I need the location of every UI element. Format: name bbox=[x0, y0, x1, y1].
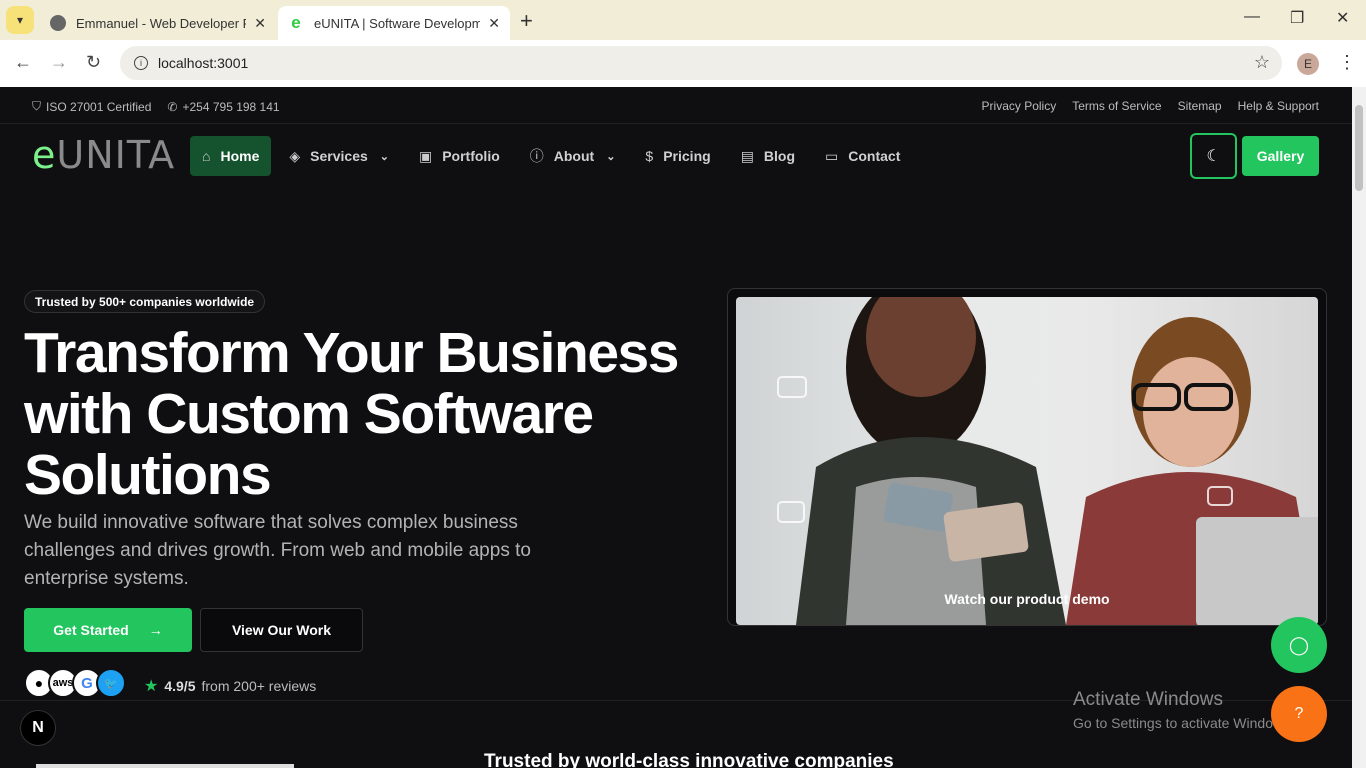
url-text: localhost:3001 bbox=[158, 55, 249, 71]
site-logo[interactable]: eUNITA bbox=[32, 133, 175, 177]
eunita-favicon-icon: e bbox=[291, 13, 301, 32]
chevron-down-icon: ⌄ bbox=[379, 150, 389, 163]
moon-icon: ☾ bbox=[1206, 148, 1221, 165]
site-info-icon[interactable]: i bbox=[134, 56, 148, 70]
certified-label: ⛉ ISO 27001 Certified bbox=[32, 99, 152, 114]
browser-tab-2[interactable]: e eUNITA | Software Development ✕ bbox=[278, 6, 510, 40]
scrollbar-thumb[interactable] bbox=[1355, 105, 1363, 191]
nav-portfolio[interactable]: ▣ Portfolio bbox=[407, 136, 512, 176]
nav-blog[interactable]: ▤ Blog bbox=[729, 136, 807, 176]
profile-avatar[interactable]: E bbox=[1297, 53, 1319, 75]
browser-toolbar: ← → ↻ i localhost:3001 ☆ E ⋮ bbox=[0, 40, 1366, 87]
file-icon: ▤ bbox=[740, 147, 754, 164]
address-bar[interactable]: i localhost:3001 ☆ bbox=[120, 46, 1282, 80]
trusted-companies-heading: Trusted by world-class innovative compan… bbox=[484, 751, 894, 768]
close-window-icon[interactable]: ✕ bbox=[1336, 8, 1349, 28]
windows-activation-watermark: Activate Windows Go to Settings to activ… bbox=[1073, 689, 1294, 731]
phone-icon: ✆ bbox=[167, 99, 178, 114]
layers-icon: ◈ bbox=[289, 147, 301, 164]
help-circle-icon: ? bbox=[1294, 705, 1304, 722]
help-support-link[interactable]: Help & Support bbox=[1238, 99, 1319, 113]
main-nav: ⌂ Home ◈ Services ⌄ ▣ Portfolio ⓘ About ⌄ $ Pri… bbox=[190, 136, 918, 176]
chat-button[interactable]: ◯ bbox=[1271, 617, 1327, 673]
browser-tab-1[interactable]: Emmanuel - Web Developer Portfolio ✕ bbox=[40, 6, 276, 40]
dollar-icon: $ bbox=[645, 148, 654, 164]
nav-contact[interactable]: ▭ Contact bbox=[813, 136, 912, 176]
phone-label[interactable]: ✆ +254 795 198 141 bbox=[167, 99, 279, 114]
privacy-policy-link[interactable]: Privacy Policy bbox=[982, 99, 1057, 113]
page-scrollbar[interactable] bbox=[1352, 87, 1366, 768]
sitemap-link[interactable]: Sitemap bbox=[1178, 99, 1222, 113]
info-icon: ⓘ bbox=[529, 148, 544, 164]
hero-image bbox=[736, 297, 1318, 625]
chat-bubble-icon: ◯ bbox=[1288, 634, 1310, 655]
nav-home[interactable]: ⌂ Home bbox=[190, 136, 272, 176]
message-icon: ▭ bbox=[825, 147, 839, 164]
browser-tabbar: ▾ Emmanuel - Web Developer Portfolio ✕ e… bbox=[0, 0, 1366, 40]
tab-search-button[interactable]: ▾ bbox=[6, 6, 34, 34]
bookmark-star-icon[interactable]: ☆ bbox=[1254, 52, 1270, 73]
hero-headline: Transform Your Business with Custom Soft… bbox=[24, 321, 679, 507]
tab-title: eUNITA | Software Development bbox=[314, 15, 481, 31]
forward-icon[interactable]: → bbox=[50, 52, 68, 73]
terms-link[interactable]: Terms of Service bbox=[1072, 99, 1161, 113]
reload-icon[interactable]: ↻ bbox=[86, 52, 101, 73]
minimize-icon[interactable]: — bbox=[1244, 8, 1260, 26]
new-tab-button[interactable]: + bbox=[520, 8, 533, 34]
nav-pricing[interactable]: $ Pricing bbox=[633, 136, 722, 176]
briefcase-icon: ▣ bbox=[418, 147, 433, 164]
help-button[interactable]: ? bbox=[1271, 686, 1327, 742]
gallery-button[interactable]: Gallery bbox=[1242, 136, 1319, 176]
restore-icon[interactable]: ❐ bbox=[1290, 8, 1304, 28]
twitter-logo-icon: 🐦 bbox=[96, 668, 126, 698]
nav-services[interactable]: ◈ Services ⌄ bbox=[277, 136, 401, 176]
globe-icon bbox=[50, 15, 66, 31]
close-tab-icon[interactable]: ✕ bbox=[254, 15, 266, 32]
rating: ★ 4.9/5 from 200+ reviews bbox=[144, 678, 317, 695]
chevron-down-icon: ⌄ bbox=[606, 150, 616, 163]
section-bar bbox=[36, 764, 294, 768]
video-caption: Watch our product demo bbox=[944, 591, 1110, 607]
product-demo-video[interactable]: Watch our product demo bbox=[727, 288, 1327, 626]
browser-menu-icon[interactable]: ⋮ bbox=[1338, 52, 1356, 73]
get-started-button[interactable]: Get Started → bbox=[24, 608, 192, 652]
arrow-right-icon: → bbox=[148, 622, 163, 638]
page: ⛉ ISO 27001 Certified ✆ +254 795 198 141 P… bbox=[0, 87, 1352, 768]
home-icon: ⌂ bbox=[202, 148, 211, 164]
star-icon: ★ bbox=[144, 678, 159, 695]
shield-icon: ⛉ bbox=[32, 99, 42, 113]
tab-title: Emmanuel - Web Developer Portfolio bbox=[76, 15, 246, 31]
theme-toggle-button[interactable]: ☾ bbox=[1190, 133, 1237, 179]
people-with-phones-illustration bbox=[777, 297, 1318, 625]
client-logos: ● aws G 🐦 bbox=[24, 668, 126, 698]
view-our-work-button[interactable]: View Our Work bbox=[200, 608, 363, 652]
close-tab-icon[interactable]: ✕ bbox=[488, 15, 500, 32]
trusted-badge: Trusted by 500+ companies worldwide bbox=[24, 290, 266, 313]
nextjs-dev-badge[interactable]: N bbox=[20, 710, 56, 746]
nav-about[interactable]: ⓘ About ⌄ bbox=[518, 136, 628, 176]
utility-bar: ⛉ ISO 27001 Certified ✆ +254 795 198 141 P… bbox=[0, 87, 1352, 124]
hero-subtitle: We build innovative software that solves… bbox=[24, 512, 531, 589]
back-icon[interactable]: ← bbox=[14, 52, 32, 73]
